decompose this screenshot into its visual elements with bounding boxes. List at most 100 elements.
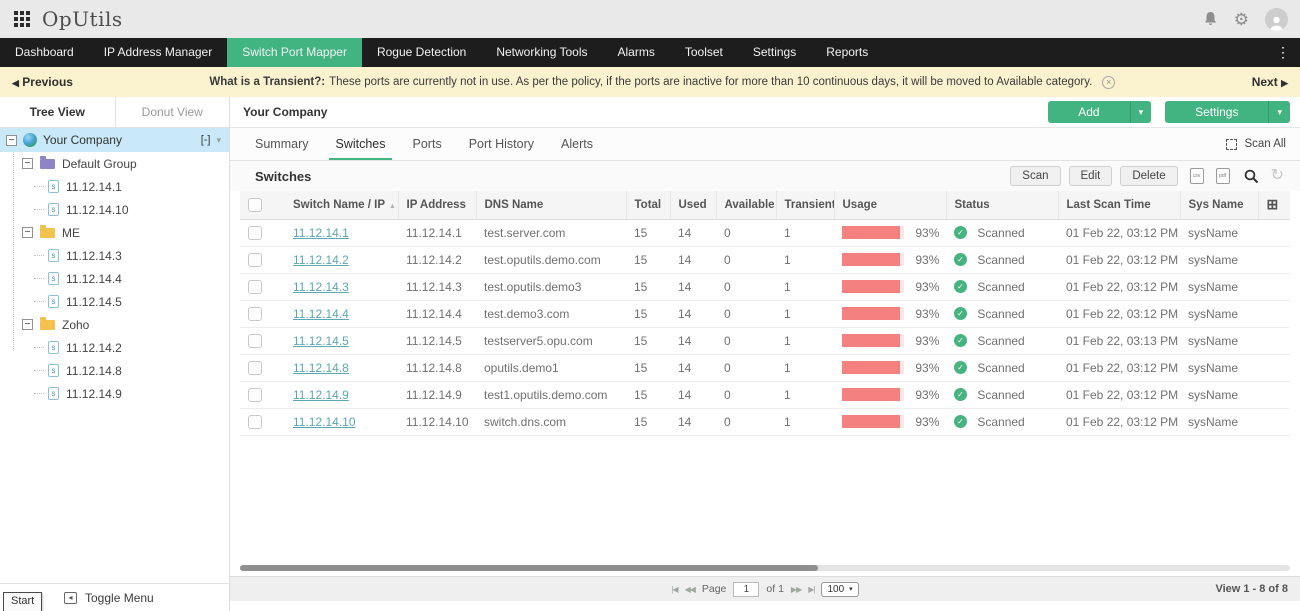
row-checkbox[interactable]	[248, 361, 262, 375]
tree-switch-item[interactable]: s 11.12.14.8	[0, 359, 229, 382]
collapse-all-control[interactable]: [-]	[201, 134, 211, 146]
chevron-down-icon[interactable]: ▾	[216, 135, 221, 146]
tree-switch-item[interactable]: s 11.12.14.1	[0, 175, 229, 198]
tab-alerts[interactable]: Alerts	[561, 128, 593, 160]
collapse-icon[interactable]: −	[22, 227, 33, 238]
add-dropdown-icon[interactable]: ▾	[1130, 101, 1152, 123]
settings-gear-icon[interactable]: ⚙	[1234, 11, 1249, 28]
export-csv-icon[interactable]: csv	[1190, 168, 1204, 184]
tree-group[interactable]: − ME	[0, 221, 229, 244]
nav-item[interactable]: Toolset	[670, 38, 738, 67]
nav-item[interactable]: Switch Port Mapper	[227, 38, 362, 67]
banner-close-icon[interactable]: ×	[1102, 76, 1115, 89]
row-checkbox[interactable]	[248, 388, 262, 402]
switch-link[interactable]: 11.12.14.10	[293, 415, 356, 429]
switch-link[interactable]: 11.12.14.9	[293, 388, 349, 402]
start-button[interactable]: Start	[3, 592, 42, 611]
cell-sys-name: sysName	[1180, 354, 1258, 381]
scan-button[interactable]: Scan	[1010, 166, 1060, 186]
cell-sys-name: sysName	[1180, 408, 1258, 435]
search-icon[interactable]	[1244, 169, 1259, 184]
row-checkbox[interactable]	[248, 280, 262, 294]
edit-button[interactable]: Edit	[1069, 166, 1113, 186]
nav-item[interactable]: Rogue Detection	[362, 38, 481, 67]
cell-transient: 1	[776, 219, 834, 246]
nav-item[interactable]: Dashboard	[0, 38, 89, 67]
notifications-bell-icon[interactable]	[1203, 11, 1218, 27]
nav-item[interactable]: Alarms	[603, 38, 670, 67]
row-checkbox[interactable]	[248, 415, 262, 429]
col-total[interactable]: Total	[626, 191, 670, 219]
col-used[interactable]: Used	[670, 191, 716, 219]
tree-switch-item[interactable]: s 11.12.14.2	[0, 336, 229, 359]
col-available[interactable]: Available	[716, 191, 776, 219]
add-button[interactable]: Add ▾	[1048, 101, 1151, 123]
switch-link[interactable]: 11.12.14.8	[293, 361, 349, 375]
refresh-icon[interactable]: ↻	[1271, 168, 1284, 184]
more-menu-kebab-icon[interactable]: ⋮	[1266, 38, 1300, 67]
col-sys-name[interactable]: Sys Name	[1180, 191, 1258, 219]
delete-button[interactable]: Delete	[1120, 166, 1177, 186]
col-usage[interactable]: Usage	[834, 191, 946, 219]
settings-button[interactable]: Settings ▾	[1165, 101, 1290, 123]
row-checkbox[interactable]	[248, 334, 262, 348]
tree-switch-item[interactable]: s 11.12.14.9	[0, 382, 229, 405]
page-next-icon[interactable]: ▶▶	[791, 585, 801, 594]
apps-grid-icon[interactable]	[14, 11, 30, 27]
tree-root-your-company[interactable]: − Your Company [-] ▾	[0, 128, 229, 152]
page-last-icon[interactable]: ▶|	[808, 585, 814, 594]
tab-ports[interactable]: Ports	[413, 128, 442, 160]
col-last-scan-time[interactable]: Last Scan Time	[1058, 191, 1180, 219]
switch-link[interactable]: 11.12.14.1	[293, 226, 349, 240]
tree-switch-item[interactable]: s 11.12.14.4	[0, 267, 229, 290]
switch-link[interactable]: 11.12.14.2	[293, 253, 349, 267]
cell-dns: switch.dns.com	[476, 408, 626, 435]
column-chooser-icon[interactable]: ⊞	[1267, 196, 1279, 212]
tree-switch-item[interactable]: s 11.12.14.3	[0, 244, 229, 267]
col-ip-address[interactable]: IP Address	[398, 191, 476, 219]
collapse-icon[interactable]: −	[6, 135, 17, 146]
tab-port-history[interactable]: Port History	[469, 128, 534, 160]
horizontal-scrollbar	[240, 565, 1290, 571]
nav-item[interactable]: IP Address Manager	[89, 38, 228, 67]
col-switch-name[interactable]: Switch Name / IP▲	[285, 191, 398, 219]
breadcrumb: Your Company	[243, 105, 327, 119]
switch-link[interactable]: 11.12.14.5	[293, 334, 349, 348]
tab-switches[interactable]: Switches	[335, 128, 385, 160]
scrollbar-thumb[interactable]	[240, 565, 818, 571]
col-status[interactable]: Status	[946, 191, 1058, 219]
tree-switch-label: 11.12.14.8	[66, 364, 122, 378]
tab-tree-view[interactable]: Tree View	[0, 97, 115, 127]
nav-item[interactable]: Reports	[811, 38, 883, 67]
page-number-input[interactable]	[733, 582, 759, 597]
nav-item[interactable]: Settings	[738, 38, 811, 67]
tree-group[interactable]: − Zoho	[0, 313, 229, 336]
user-avatar[interactable]	[1265, 8, 1288, 31]
page-first-icon[interactable]: |◀	[671, 585, 677, 594]
page-prev-icon[interactable]: ◀◀	[685, 585, 695, 594]
page-size-select[interactable]: 100 ▾	[821, 582, 858, 597]
cell-total: 15	[626, 381, 670, 408]
collapse-icon[interactable]: −	[22, 319, 33, 330]
col-dns-name[interactable]: DNS Name	[476, 191, 626, 219]
tab-donut-view[interactable]: Donut View	[115, 97, 230, 127]
scan-all-button[interactable]: Scan All	[1226, 128, 1286, 160]
collapse-icon[interactable]: −	[22, 158, 33, 169]
row-checkbox[interactable]	[248, 253, 262, 267]
tree-group[interactable]: − Default Group	[0, 152, 229, 175]
switch-link[interactable]: 11.12.14.3	[293, 280, 349, 294]
export-pdf-icon[interactable]: pdf	[1216, 168, 1230, 184]
tab-summary[interactable]: Summary	[255, 128, 308, 160]
select-all-checkbox[interactable]	[248, 198, 262, 212]
tree-group-label: ME	[62, 226, 80, 240]
tree-switch-item[interactable]: s 11.12.14.10	[0, 198, 229, 221]
settings-dropdown-icon[interactable]: ▾	[1268, 101, 1290, 123]
nav-item[interactable]: Networking Tools	[481, 38, 602, 67]
previous-button[interactable]: ◀ Previous	[12, 75, 73, 89]
col-transient[interactable]: Transient	[776, 191, 834, 219]
next-button[interactable]: Next ▶	[1252, 75, 1288, 89]
row-checkbox[interactable]	[248, 307, 262, 321]
row-checkbox[interactable]	[248, 226, 262, 240]
switch-link[interactable]: 11.12.14.4	[293, 307, 349, 321]
tree-switch-item[interactable]: s 11.12.14.5	[0, 290, 229, 313]
